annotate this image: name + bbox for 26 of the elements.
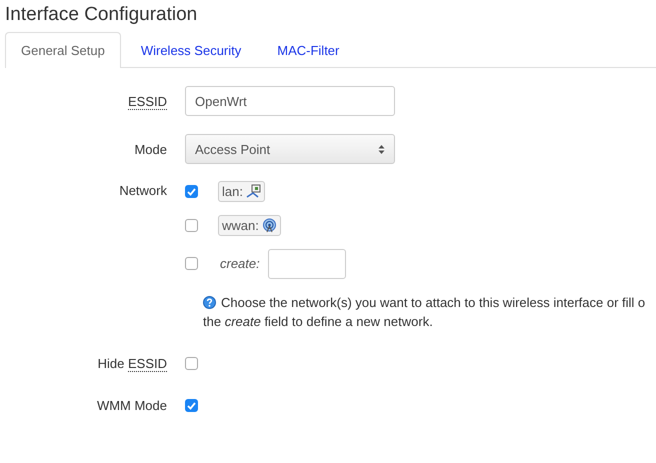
help-text-line: the create field to define a new network.: [203, 313, 433, 331]
dropdown-arrows-icon: [378, 144, 385, 154]
help-icon: [203, 296, 216, 309]
field-label: Network: [118, 182, 168, 198]
create-field[interactable]: [268, 248, 346, 278]
tab[interactable]: General Setup: [5, 32, 121, 68]
page-title: Interface Configuration: [4, 3, 198, 27]
tab[interactable]: MAC-Filter: [261, 32, 356, 67]
mode-select[interactable]: Access Point: [185, 134, 395, 164]
checkbox[interactable]: [185, 399, 198, 412]
checkbox[interactable]: [185, 257, 198, 270]
help-text-line: Choose the network(s) you want to attach to this wireless interface or fill o: [221, 294, 646, 312]
checkbox[interactable]: [185, 219, 198, 232]
wireless-icon: [262, 218, 277, 233]
field-label: Mode: [133, 142, 168, 156]
create-label: create:: [220, 256, 260, 271]
tab[interactable]: Wireless Security: [124, 32, 258, 67]
ethernet-icon: [246, 184, 261, 199]
field-label: WMM Mode: [96, 398, 168, 413]
network-badge[interactable]: wwan:: [218, 215, 281, 236]
field-label: Hide ESSID: [96, 356, 168, 371]
checkbox[interactable]: [185, 185, 198, 198]
network-badge[interactable]: lan:: [218, 181, 265, 202]
essid-field[interactable]: OpenWrt: [185, 86, 395, 116]
field-label: ESSID: [126, 94, 168, 108]
checkbox[interactable]: [185, 357, 198, 370]
